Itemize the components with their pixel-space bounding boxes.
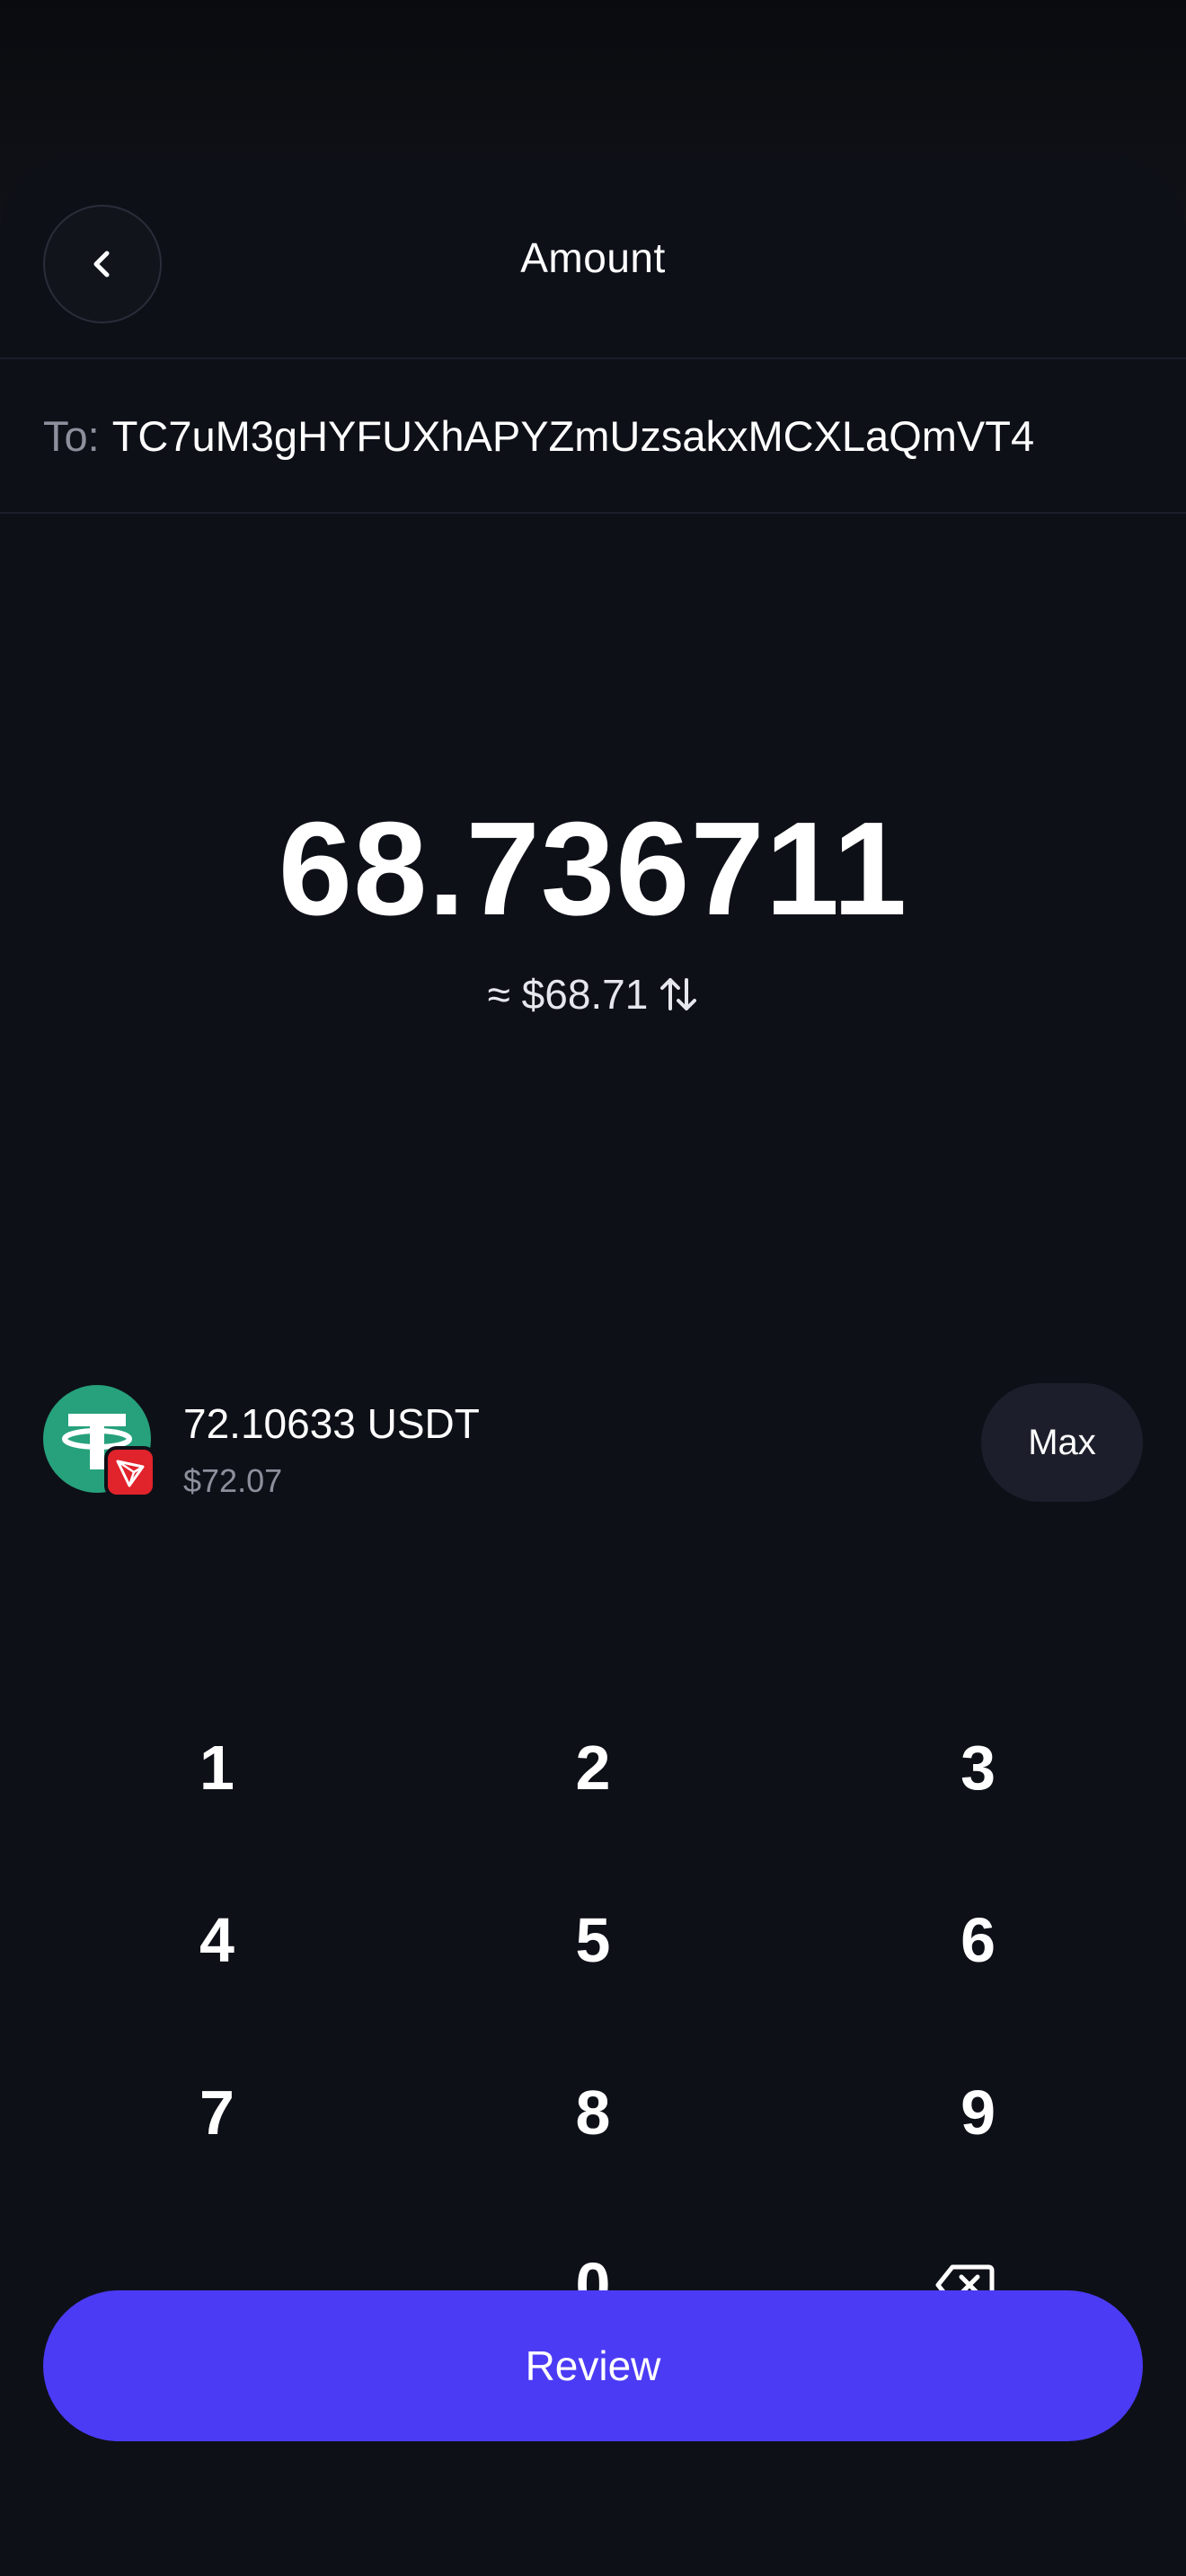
asset-selector[interactable]: 72.10633 USDT $72.07 Max (43, 1376, 1143, 1502)
page-title: Amount (520, 234, 666, 281)
numeric-keypad: 1 2 3 4 5 6 7 8 9 . 0 (0, 1681, 1186, 2371)
key-5[interactable]: 5 (395, 1854, 791, 2026)
review-button[interactable]: Review (43, 2290, 1143, 2441)
fiat-equivalent: ≈ $68.71 (487, 971, 649, 1018)
fiat-toggle[interactable]: ≈ $68.71 (0, 970, 1186, 1019)
recipient-row: To: TC7uM3gHYFUXhAPYZmUzsakxMCXLaQmVT4 (0, 359, 1186, 514)
swap-vertical-icon (660, 978, 697, 1010)
amount-value: 68.736711 (278, 795, 908, 943)
recipient-label: To: (43, 411, 100, 460)
asset-balance: 72.10633 USDT (183, 1400, 480, 1447)
key-3[interactable]: 3 (791, 1681, 1186, 1854)
asset-fiat-balance: $72.07 (183, 1462, 283, 1499)
amount-sheet: Amount To: TC7uM3gHYFUXhAPYZmUzsakxMCXLa… (0, 154, 1186, 2576)
key-9[interactable]: 9 (791, 2026, 1186, 2199)
key-4[interactable]: 4 (0, 1854, 395, 2026)
key-2[interactable]: 2 (395, 1681, 791, 1854)
key-7[interactable]: 7 (0, 2026, 395, 2199)
tron-icon (104, 1446, 156, 1498)
key-1[interactable]: 1 (0, 1681, 395, 1854)
key-8[interactable]: 8 (395, 2026, 791, 2199)
sheet-header: Amount (0, 154, 1186, 359)
max-button[interactable]: Max (981, 1383, 1143, 1502)
key-6[interactable]: 6 (791, 1854, 1186, 2026)
recipient-address: TC7uM3gHYFUXhAPYZmUzsakxMCXLaQmVT4 (111, 411, 1035, 460)
